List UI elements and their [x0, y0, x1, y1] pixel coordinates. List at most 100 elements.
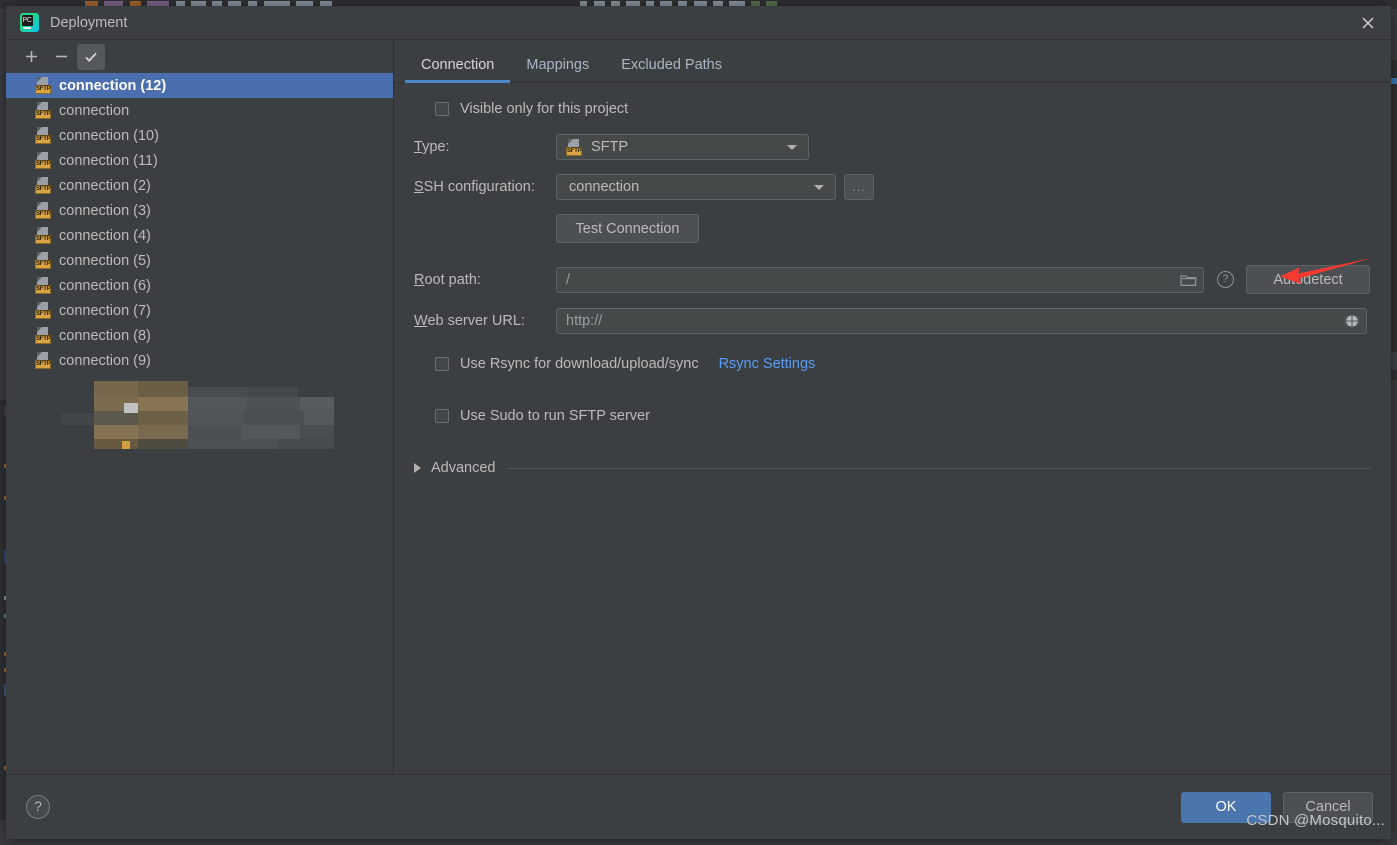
connection-list-item[interactable]: SFTP connection (3)	[6, 198, 393, 223]
connection-list-item-label: connection (11)	[59, 152, 158, 169]
type-combobox[interactable]: SFTP SFTP	[556, 134, 809, 160]
ssh-configuration-row: SSH configuration: connection ...	[414, 174, 1371, 200]
add-connection-button[interactable]	[17, 44, 45, 70]
web-server-url-input[interactable]: http://	[556, 308, 1367, 334]
tab-mappings[interactable]: Mappings	[510, 57, 605, 82]
visible-only-row[interactable]: Visible only for this project	[435, 101, 1371, 117]
rsync-label: Use Rsync for download/upload/sync	[460, 356, 699, 372]
remove-connection-button[interactable]	[47, 44, 75, 70]
sftp-file-icon: SFTP	[35, 352, 52, 369]
connection-list-item-label: connection (12)	[59, 77, 167, 94]
connection-list-item[interactable]: SFTP connection (10)	[6, 123, 393, 148]
connections-toolbar	[6, 40, 393, 73]
advanced-separator	[505, 467, 1371, 469]
chevron-down-icon	[787, 145, 797, 150]
connections-pane: SFTP connection (12) SFTP connection SFTP con…	[6, 40, 394, 774]
settings-pane: Connection Mappings Excluded Paths Visible…	[394, 40, 1391, 774]
censored-region	[34, 381, 334, 449]
dialog-body: SFTP connection (12) SFTP connection SFTP con…	[6, 40, 1391, 774]
root-path-row: Root path: / ? Autodetect	[414, 265, 1371, 294]
use-as-default-button[interactable]	[77, 43, 105, 70]
connection-list-item[interactable]: SFTP connection (12)	[6, 73, 393, 98]
sftp-file-icon: SFTP	[35, 152, 52, 169]
web-server-url-value: http://	[566, 313, 603, 329]
help-icon[interactable]: ?	[26, 795, 50, 819]
connection-list-item[interactable]: SFTP connection	[6, 98, 393, 123]
ssh-configuration-value: connection	[569, 179, 640, 195]
connection-list-item-label: connection (5)	[59, 252, 151, 269]
sftp-file-icon: SFTP	[566, 138, 583, 156]
connection-list-item[interactable]: SFTP connection (11)	[6, 148, 393, 173]
sftp-file-icon: SFTP	[35, 277, 52, 294]
connection-list-item-label: connection (8)	[59, 327, 151, 344]
test-connection-row: Test Connection	[414, 214, 1371, 243]
sudo-label: Use Sudo to run SFTP server	[460, 408, 650, 424]
dialog-titlebar: Deployment	[6, 6, 1391, 40]
root-path-help-icon[interactable]: ?	[1217, 271, 1234, 288]
dialog-footer: ? OK Cancel CSDN @Mosquito...	[6, 774, 1391, 839]
sftp-file-icon: SFTP	[35, 77, 52, 94]
rsync-settings-link[interactable]: Rsync Settings	[719, 356, 816, 372]
tab-excluded-paths[interactable]: Excluded Paths	[605, 57, 738, 82]
sftp-file-icon: SFTP	[35, 252, 52, 269]
rsync-checkbox[interactable]	[435, 357, 449, 371]
web-server-url-label: Web server URL:	[414, 313, 525, 329]
connection-list[interactable]: SFTP connection (12) SFTP connection SFTP con…	[6, 73, 393, 774]
connection-list-item-label: connection (10)	[59, 127, 159, 144]
connection-list-item-label: connection (3)	[59, 202, 151, 219]
connection-list-item-label: connection (2)	[59, 177, 151, 194]
connection-list-item[interactable]: SFTP connection (8)	[6, 323, 393, 348]
web-server-url-row: Web server URL: http://	[414, 308, 1371, 334]
pycharm-logo-icon	[20, 13, 39, 32]
advanced-section-header[interactable]: Advanced	[414, 460, 1371, 476]
connection-list-item[interactable]: SFTP connection (6)	[6, 273, 393, 298]
sftp-file-icon: SFTP	[35, 327, 52, 344]
type-label: Type:	[414, 139, 450, 155]
visible-only-checkbox[interactable]	[435, 102, 449, 116]
ssh-browse-button[interactable]: ...	[844, 174, 874, 200]
sftp-file-icon: SFTP	[35, 127, 52, 144]
connection-list-item[interactable]: SFTP connection (9)	[6, 348, 393, 373]
tab-bar: Connection Mappings Excluded Paths	[394, 40, 1391, 83]
ide-right-marker	[1390, 78, 1397, 84]
sudo-row[interactable]: Use Sudo to run SFTP server	[435, 408, 1371, 424]
connection-list-item-label: connection (4)	[59, 227, 151, 244]
root-path-input[interactable]: /	[556, 266, 1204, 293]
globe-icon[interactable]	[1344, 313, 1360, 329]
root-path-label: Root path:	[414, 271, 481, 288]
sftp-file-icon: SFTP	[35, 102, 52, 119]
chevron-down-icon	[814, 185, 824, 190]
connection-list-item[interactable]: SFTP connection (2)	[6, 173, 393, 198]
ok-button[interactable]: OK	[1181, 791, 1271, 823]
type-value: SFTP	[591, 139, 629, 155]
sudo-checkbox[interactable]	[435, 409, 449, 423]
connection-list-item-label: connection (6)	[59, 277, 151, 294]
type-row: Type: SFTP SFTP	[414, 134, 1371, 160]
deployment-dialog: Deployment	[6, 6, 1391, 839]
test-connection-label: Test Connection	[575, 220, 680, 237]
dialog-title: Deployment	[50, 14, 128, 31]
connection-list-item-label: connection (9)	[59, 352, 151, 369]
test-connection-button[interactable]: Test Connection	[556, 214, 699, 243]
sftp-file-icon: SFTP	[35, 227, 52, 244]
connection-list-item[interactable]: SFTP connection (4)	[6, 223, 393, 248]
tab-connection[interactable]: Connection	[405, 57, 511, 83]
connection-list-item-label: connection (7)	[59, 302, 151, 319]
ssh-configuration-label: SSH configuration:	[414, 179, 535, 195]
visible-only-label: Visible only for this project	[460, 101, 629, 117]
cancel-button[interactable]: Cancel	[1283, 791, 1373, 823]
ide-right-marker-secondary	[1390, 352, 1397, 370]
connection-list-item[interactable]: SFTP connection (5)	[6, 248, 393, 273]
sftp-file-icon: SFTP	[35, 177, 52, 194]
connection-list-item-label: connection	[59, 102, 130, 119]
close-icon[interactable]	[1345, 6, 1391, 39]
chevron-right-icon	[414, 463, 421, 473]
rsync-row[interactable]: Use Rsync for download/upload/sync Rsync…	[435, 356, 1371, 372]
sftp-file-icon: SFTP	[35, 302, 52, 319]
connection-list-item[interactable]: SFTP connection (7)	[6, 298, 393, 323]
connection-form: Visible only for this project Type: SFTP…	[394, 83, 1391, 774]
ssh-configuration-combobox[interactable]: connection	[556, 174, 836, 200]
advanced-label: Advanced	[431, 460, 496, 476]
root-path-value: /	[566, 271, 571, 288]
folder-icon[interactable]	[1180, 273, 1197, 287]
